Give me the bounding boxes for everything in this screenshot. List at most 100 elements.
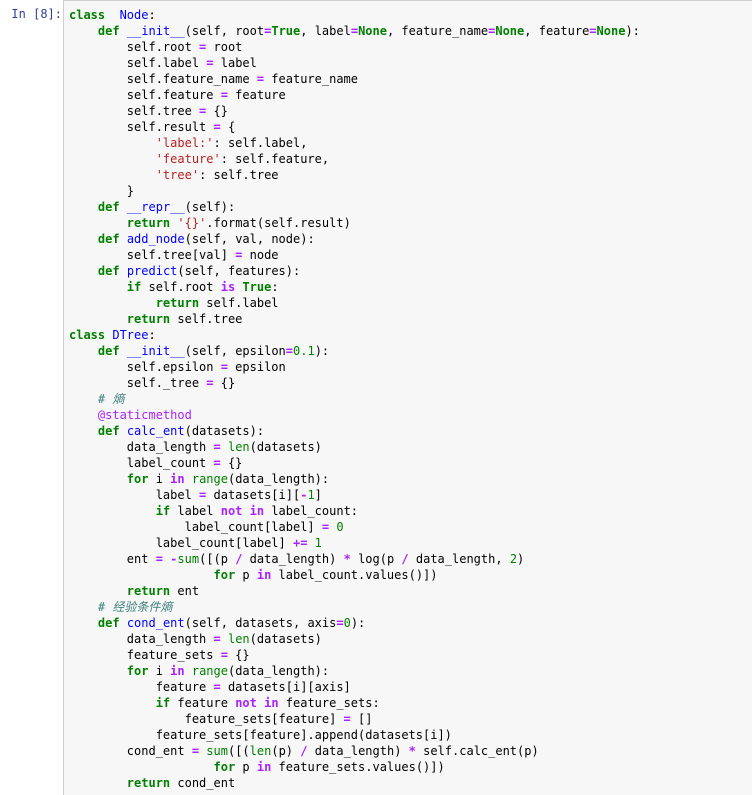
code-token: (datasets): bbox=[184, 424, 265, 438]
code-token: = bbox=[285, 344, 294, 358]
code-token: return bbox=[126, 312, 171, 326]
code-editor[interactable]: class Node: def __init__(self, root=True… bbox=[63, 0, 752, 795]
code-token: feature_sets bbox=[69, 648, 221, 662]
code-token: self.tree bbox=[69, 104, 200, 118]
code-line: self.tree[val] = node bbox=[69, 247, 640, 263]
code-line: for i in range(data_length): bbox=[69, 663, 640, 679]
code-token: __repr__ bbox=[126, 200, 185, 214]
code-token: in bbox=[256, 760, 272, 774]
code-token: { bbox=[220, 120, 236, 134]
code-token: = bbox=[213, 632, 221, 646]
code-token: label bbox=[213, 56, 257, 70]
code-token: self.feature bbox=[69, 88, 221, 102]
code-token: : self.feature, bbox=[220, 152, 330, 166]
code-token: in bbox=[170, 472, 185, 486]
code-token: not bbox=[220, 504, 243, 518]
code-token: data_length bbox=[69, 632, 214, 646]
code-line: self.result = { bbox=[69, 119, 640, 135]
code-token: : bbox=[271, 280, 279, 294]
code-token: i bbox=[148, 664, 171, 678]
code-line: return self.tree bbox=[69, 311, 640, 327]
code-token: (datasets) bbox=[249, 440, 322, 454]
code-token: self.epsilon bbox=[69, 360, 221, 374]
code-token: cond_ent bbox=[170, 776, 236, 790]
code-line: self.label = label bbox=[69, 55, 640, 71]
code-line: return '{}'.format(self.result) bbox=[69, 215, 640, 231]
code-token: = bbox=[350, 24, 359, 38]
code-token: cond_ent bbox=[126, 616, 185, 630]
code-token: @staticmethod bbox=[97, 408, 192, 422]
code-token: += bbox=[292, 536, 308, 550]
code-token: {} bbox=[227, 648, 250, 662]
code-token: = bbox=[206, 376, 214, 390]
code-token: # 熵 bbox=[97, 392, 125, 406]
cell-prompt: In [8]: bbox=[11, 7, 62, 21]
code-token: DTree bbox=[112, 328, 149, 342]
code-token: if bbox=[126, 280, 142, 294]
code-token: = bbox=[343, 712, 351, 726]
code-token: log(p bbox=[350, 552, 402, 566]
code-token: self.tree bbox=[170, 312, 243, 326]
code-token: data_length bbox=[69, 440, 214, 454]
code-line: data_length = len(datasets) bbox=[69, 631, 640, 647]
code-token: } bbox=[69, 184, 135, 198]
code-token: p bbox=[235, 568, 257, 582]
code-line: class DTree: bbox=[69, 327, 640, 343]
code-token: def bbox=[97, 232, 120, 246]
code-token: = bbox=[213, 120, 221, 134]
code-token: datasets[i][axis] bbox=[220, 680, 351, 694]
code-token: feature bbox=[69, 680, 214, 694]
code-token: ): bbox=[314, 344, 330, 358]
code-token: # 经验条件熵 bbox=[97, 600, 173, 614]
code-token: in bbox=[170, 664, 185, 678]
code-token: ([( bbox=[227, 744, 250, 758]
code-token: 1 bbox=[307, 488, 315, 502]
code-token: * bbox=[408, 744, 416, 758]
code-line: def cond_ent(self, datasets, axis=0): bbox=[69, 615, 640, 631]
code-token: = bbox=[220, 360, 228, 374]
code-line: # 熵 bbox=[69, 391, 640, 407]
code-token: None bbox=[358, 24, 387, 38]
code-token: for bbox=[213, 568, 236, 582]
code-line: 'feature': self.feature, bbox=[69, 151, 640, 167]
code-token: label bbox=[170, 504, 221, 518]
code-token: node bbox=[242, 248, 279, 262]
code-token: in bbox=[249, 504, 265, 518]
code-token: self.feature_name bbox=[69, 72, 257, 86]
code-token: return bbox=[126, 216, 171, 230]
code-token: = bbox=[220, 648, 228, 662]
code-token: self.label bbox=[199, 296, 279, 310]
code-token: {} bbox=[206, 104, 228, 118]
code-token: ent bbox=[69, 552, 156, 566]
code-token: sum bbox=[206, 744, 228, 758]
code-line: ent = -sum([(p / data_length) * log(p / … bbox=[69, 551, 640, 567]
code-line: @staticmethod bbox=[69, 407, 640, 423]
code-token: calc_ent bbox=[126, 424, 185, 438]
code-token: return bbox=[126, 584, 171, 598]
code-token: self.label bbox=[69, 56, 207, 70]
code-line: return self.label bbox=[69, 295, 640, 311]
code-line: feature_sets[feature] = [] bbox=[69, 711, 640, 727]
code-line: if feature not in feature_sets: bbox=[69, 695, 640, 711]
code-token: ): bbox=[625, 24, 640, 38]
code-line: feature_sets[feature].append(datasets[i]… bbox=[69, 727, 640, 743]
